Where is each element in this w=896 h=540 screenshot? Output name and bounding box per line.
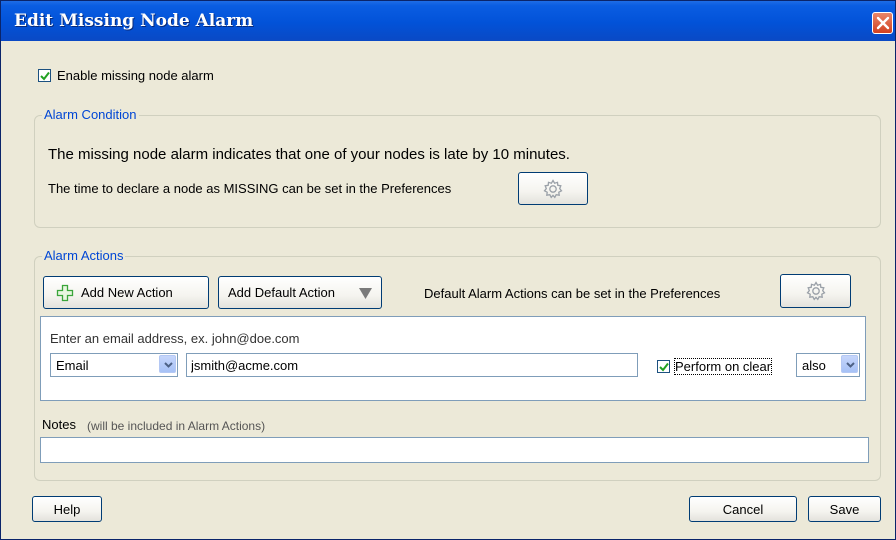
alarm-condition-group	[34, 115, 881, 228]
action-type-select[interactable]: Email	[50, 353, 178, 377]
alarm-condition-title: Alarm Condition	[42, 107, 139, 122]
condition-preferences-text: The time to declare a node as MISSING ca…	[48, 181, 452, 196]
add-new-action-label: Add New Action	[81, 285, 173, 300]
perform-on-clear-label[interactable]: Perform on clear	[673, 358, 773, 375]
close-icon	[876, 16, 890, 30]
save-button-label: Save	[829, 502, 860, 517]
email-hint: Enter an email address, ex. john@doe.com	[50, 331, 300, 346]
also-select[interactable]: also	[796, 353, 860, 377]
add-default-action-button[interactable]: Add Default Action	[218, 276, 382, 309]
condition-description: The missing node alarm indicates that on…	[48, 146, 570, 163]
enable-alarm-checkbox[interactable]	[38, 69, 51, 82]
also-value: also	[802, 358, 826, 373]
checkmark-icon	[659, 362, 669, 372]
dialog-window: Edit Missing Node Alarm Enable missing n…	[0, 0, 896, 540]
condition-preferences-button[interactable]	[518, 172, 588, 205]
perform-on-clear-checkbox[interactable]	[657, 360, 670, 373]
action-type-value: Email	[56, 358, 89, 373]
add-new-action-button[interactable]: Add New Action	[43, 276, 209, 309]
help-button[interactable]: Help	[32, 496, 102, 522]
cancel-button[interactable]: Cancel	[689, 496, 797, 522]
dialog-title: Edit Missing Node Alarm	[14, 11, 254, 31]
cancel-button-label: Cancel	[722, 502, 764, 517]
chevron-down-icon	[846, 362, 855, 368]
checkmark-icon	[40, 71, 50, 81]
title-bar[interactable]: Edit Missing Node Alarm	[1, 1, 895, 41]
gear-icon	[805, 281, 826, 301]
email-input[interactable]	[186, 353, 638, 377]
plus-icon	[56, 284, 74, 302]
action-type-dropdown-button[interactable]	[159, 355, 176, 373]
action-row-panel: Enter an email address, ex. john@doe.com…	[40, 316, 866, 401]
add-default-action-label: Add Default Action	[228, 285, 335, 300]
notes-label: Notes	[42, 417, 76, 432]
notes-hint: (will be included in Alarm Actions)	[87, 419, 266, 433]
save-button[interactable]: Save	[808, 496, 881, 522]
triangle-down-icon	[359, 288, 372, 299]
actions-preferences-button[interactable]	[780, 274, 851, 308]
also-dropdown-button[interactable]	[841, 355, 858, 373]
help-button-label: Help	[53, 502, 81, 517]
default-actions-text: Default Alarm Actions can be set in the …	[424, 286, 721, 301]
enable-alarm-label[interactable]: Enable missing node alarm	[57, 68, 214, 83]
notes-input[interactable]	[40, 437, 869, 463]
gear-icon	[543, 178, 563, 199]
chevron-down-icon	[164, 362, 173, 368]
close-button[interactable]	[872, 12, 893, 34]
alarm-actions-title: Alarm Actions	[42, 248, 126, 263]
